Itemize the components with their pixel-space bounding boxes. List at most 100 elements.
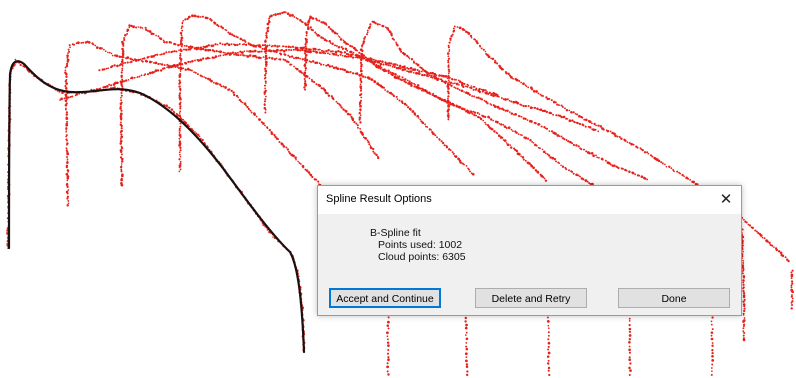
cloud-point: [64, 69, 67, 72]
cloud-point: [103, 68, 106, 71]
cloud-point: [312, 29, 314, 32]
cloud-point: [219, 50, 222, 54]
cloud-point: [293, 16, 296, 18]
cloud-point: [436, 136, 438, 139]
cloud-point: [388, 62, 391, 65]
cloud-point: [179, 105, 182, 108]
cloud-point: [179, 168, 182, 171]
cloud-point: [346, 49, 349, 52]
cloud-point: [65, 127, 68, 130]
cloud-point: [360, 93, 363, 95]
cloud-point: [299, 57, 301, 60]
cloud-point: [288, 14, 292, 17]
cloud-point: [237, 54, 240, 57]
cloud-point: [132, 59, 135, 62]
cloud-point: [120, 163, 123, 165]
cloud-point: [108, 83, 111, 86]
cloud-point: [447, 72, 450, 75]
cloud-point: [565, 109, 569, 112]
cloud-point: [539, 108, 543, 112]
dialog-titlebar[interactable]: Spline Result Options ✕: [318, 186, 741, 214]
cloud-point: [309, 60, 313, 64]
cloud-point: [527, 86, 530, 89]
cloud-point: [121, 40, 124, 44]
cloud-point: [277, 138, 280, 141]
cloud-point: [179, 155, 182, 158]
cloud-point: [66, 142, 69, 145]
cloud-point: [104, 50, 107, 53]
close-button[interactable]: ✕: [711, 186, 741, 214]
cloud-point: [264, 76, 267, 79]
cloud-point: [316, 19, 319, 22]
done-button[interactable]: Done: [618, 288, 730, 308]
cloud-point: [557, 104, 560, 107]
cloud-point: [404, 81, 408, 84]
cloud-point: [263, 74, 267, 77]
cloud-point: [319, 51, 322, 55]
cloud-point: [777, 250, 781, 253]
cloud-point: [65, 172, 69, 176]
cloud-point: [496, 120, 499, 124]
cloud-point: [742, 287, 745, 290]
cloud-point: [517, 152, 521, 156]
cloud-point: [178, 127, 181, 130]
cloud-point: [309, 173, 313, 177]
cloud-point: [670, 167, 673, 170]
delete-and-retry-button[interactable]: Delete and Retry: [475, 288, 587, 308]
cloud-point: [366, 29, 369, 32]
cloud-point: [305, 30, 308, 34]
cloud-point: [445, 80, 448, 83]
cloud-point: [628, 320, 631, 322]
cloud-point: [296, 67, 299, 71]
cloud-point: [304, 45, 307, 48]
cloud-point: [416, 63, 420, 67]
cloud-point: [287, 45, 290, 49]
cloud-point: [128, 24, 131, 27]
cloud-point: [361, 133, 365, 136]
cloud-point: [66, 56, 69, 59]
cloud-point: [119, 142, 122, 145]
cloud-point: [508, 111, 511, 113]
cloud-point: [339, 38, 343, 41]
cloud-point: [237, 96, 240, 99]
cloud-point: [386, 341, 390, 344]
cloud-point: [148, 30, 152, 33]
cloud-point: [130, 76, 134, 80]
cloud-point: [309, 48, 312, 51]
cloud-point: [484, 121, 487, 124]
cloud-point: [781, 254, 785, 258]
cloud-point: [435, 77, 438, 80]
cloud-point: [248, 54, 252, 57]
cloud-point: [710, 334, 713, 337]
accept-and-continue-button[interactable]: Accept and Continue: [329, 288, 441, 308]
cloud-point: [524, 159, 527, 162]
cloud-point: [452, 103, 455, 107]
cloud-point: [283, 45, 285, 48]
cloud-point: [711, 351, 714, 355]
cloud-point: [742, 281, 745, 284]
cloud-point: [249, 44, 252, 47]
cloud-point: [510, 112, 514, 115]
cloud-point: [447, 55, 450, 58]
cloud-point: [359, 83, 362, 86]
cloud-point: [396, 75, 399, 77]
cloud-point: [180, 39, 183, 42]
cloud-point: [505, 72, 508, 75]
cloud-point: [547, 324, 550, 327]
cloud-point: [313, 81, 316, 84]
cloud-point: [463, 91, 465, 93]
cloud-point: [255, 56, 258, 59]
cloud-point: [177, 43, 180, 47]
cloud-point: [221, 26, 224, 30]
cloud-point: [337, 35, 340, 37]
cloud-point: [609, 163, 612, 166]
cloud-point: [249, 109, 252, 112]
cloud-point: [359, 61, 363, 64]
cloud-point: [120, 129, 123, 133]
cloud-point: [240, 100, 243, 103]
cloud-point: [236, 43, 239, 47]
cloud-point: [572, 172, 575, 175]
cloud-point: [302, 166, 305, 169]
cloud-point: [560, 135, 563, 138]
cloud-point: [387, 72, 390, 75]
